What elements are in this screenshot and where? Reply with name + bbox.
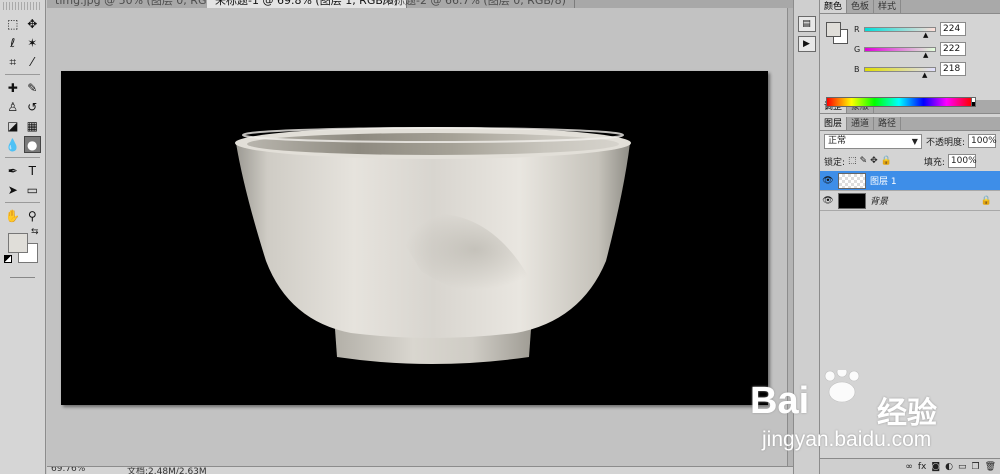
adjustment-layer-icon[interactable]: ◐ [945, 462, 953, 472]
lock-label: 锁定: [824, 157, 846, 168]
layer-mask-icon[interactable]: ◙ [931, 462, 940, 472]
type-icon[interactable]: T [24, 162, 41, 179]
layer-row[interactable]: 👁 背景 🔒 [820, 191, 1000, 211]
trash-icon[interactable]: 🗑 [985, 462, 996, 472]
lock-position-icon[interactable]: ✥ [870, 156, 878, 166]
link-layers-icon[interactable]: ∞ [905, 462, 913, 472]
panels-dock: 颜色 色板 样式 R ▲ 224 G ▲ 222 B ▲ 218 调整 蒙版 图… [820, 0, 1000, 474]
fill-label: 填充: [923, 157, 945, 168]
green-slider: G ▲ 222 [854, 42, 996, 60]
document-canvas[interactable] [61, 71, 768, 405]
toolbox: ⬚ ✥ ℓ ✶ ⌗ ⁄ ✚ ✎ ♙ ↺ ◪ ▦ 💧 ● ✒ T ➤ ▭ ✋ ⚲ ⇆ [0, 0, 46, 474]
color-spectrum-bar[interactable] [826, 97, 972, 107]
tab-swatches[interactable]: 色板 [847, 0, 875, 13]
eyedropper-icon[interactable]: ⁄ [24, 53, 41, 70]
blend-mode-select[interactable]: 正常 ▼ [824, 133, 922, 149]
blend-mode-value: 正常 [828, 135, 847, 146]
blue-value-input[interactable]: 218 [940, 62, 966, 76]
red-value-input[interactable]: 224 [940, 22, 966, 36]
toolbox-divider [5, 157, 40, 158]
healing-brush-icon[interactable]: ✚ [4, 79, 21, 96]
swap-colors-icon[interactable]: ⇆ [31, 227, 39, 237]
eye-icon[interactable]: 👁 [820, 176, 836, 186]
tab-styles[interactable]: 样式 [874, 0, 902, 13]
lasso-icon[interactable]: ℓ [4, 34, 21, 51]
toolbox-divider [5, 74, 40, 75]
layers-panel: 图层 通道 路径 正常 ▼ 不透明度: 100% 锁定: ⬚ ✎ ✥ 🔒 填充:… [820, 117, 1000, 474]
layer-thumbnail [838, 172, 866, 189]
panel-icon-dock: ▤ ▶ [793, 0, 820, 474]
gradient-icon[interactable]: ▦ [24, 117, 41, 134]
new-layer-icon[interactable]: ❐ [971, 462, 979, 472]
zoom-icon[interactable]: ⚲ [24, 207, 41, 224]
layers-footer: ∞ fx ◙ ◐ ▭ ❐ 🗑 [820, 458, 1000, 474]
document-info: 文档:2.48M/2.63M [127, 467, 207, 474]
layer-thumbnail [838, 192, 866, 209]
bowl-image [235, 127, 631, 364]
actions-panel-icon[interactable]: ▶ [797, 36, 816, 52]
lock-transparency-icon[interactable]: ⬚ [848, 156, 857, 166]
color-swatches: ⇆ [4, 227, 41, 269]
lock-options: ⬚ ✎ ✥ 🔒 [848, 156, 892, 166]
color-panel: R ▲ 224 G ▲ 222 B ▲ 218 [820, 14, 1000, 107]
blend-opacity-row: 正常 ▼ 不透明度: 100% [820, 131, 1000, 151]
tab-color[interactable]: 颜色 [820, 0, 848, 13]
tab-paths[interactable]: 路径 [874, 117, 902, 130]
status-bar: 69.76% 文档:2.48M/2.63M [47, 466, 793, 474]
layer-style-icon[interactable]: fx [918, 462, 927, 472]
red-label: R [854, 25, 860, 34]
document-tabs: timg.jpg @ 50% (图层 0, RGB/8#) 未标题-1 @ 69… [47, 0, 793, 8]
layers-panel-tabs: 图层 通道 路径 [820, 117, 1000, 131]
green-label: G [854, 45, 861, 54]
lock-fill-row: 锁定: ⬚ ✎ ✥ 🔒 填充: 100% [820, 151, 1000, 171]
green-thumb[interactable]: ▲ [923, 52, 928, 59]
color-panel-tabs: 颜色 色板 样式 [820, 0, 1000, 14]
zoom-level[interactable]: 69.76% [51, 467, 85, 474]
red-thumb[interactable]: ▲ [923, 32, 928, 39]
blue-label: B [854, 65, 860, 74]
new-group-icon[interactable]: ▭ [958, 462, 967, 472]
blue-slider: B ▲ 218 [854, 62, 996, 80]
lock-paint-icon[interactable]: ✎ [860, 156, 868, 166]
shape-icon[interactable]: ▭ [24, 181, 41, 198]
blur-icon[interactable]: 💧 [4, 136, 21, 153]
history-brush-icon[interactable]: ↺ [24, 98, 41, 115]
layer-name[interactable]: 背景 [870, 194, 888, 207]
magic-wand-icon[interactable]: ✶ [24, 34, 41, 51]
tab-channels[interactable]: 通道 [847, 117, 875, 130]
panel-foreground-swatch[interactable] [826, 22, 841, 37]
path-select-icon[interactable]: ➤ [4, 181, 21, 198]
move-icon[interactable]: ✥ [24, 15, 41, 32]
red-slider: R ▲ 224 [854, 22, 996, 40]
hand-icon[interactable]: ✋ [4, 207, 21, 224]
opacity-label: 不透明度: [925, 137, 965, 148]
marquee-icon[interactable]: ⬚ [4, 15, 21, 32]
workspace [47, 8, 787, 466]
clone-stamp-icon[interactable]: ♙ [4, 98, 21, 115]
history-panel-icon[interactable]: ▤ [797, 16, 816, 32]
layer-name[interactable]: 图层 1 [870, 174, 897, 187]
opacity-input[interactable]: 100% [968, 134, 997, 148]
chevron-down-icon: ▼ [911, 136, 918, 146]
brush-icon[interactable]: ✎ [24, 79, 41, 96]
default-colors-icon[interactable] [4, 255, 12, 263]
toolbox-divider [5, 202, 40, 203]
eraser-icon[interactable]: ◪ [4, 117, 21, 134]
eye-icon[interactable]: 👁 [820, 196, 836, 206]
pen-icon[interactable]: ✒ [4, 162, 21, 179]
tab-untitled-2[interactable]: 未标题-2 @ 66.7% (图层 0, RGB/8) [375, 0, 575, 8]
tab-layers[interactable]: 图层 [820, 117, 848, 130]
lock-all-icon[interactable]: 🔒 [881, 156, 892, 166]
fill-input[interactable]: 100% [947, 154, 977, 168]
green-value-input[interactable]: 222 [940, 42, 966, 56]
lock-icon: 🔒 [980, 195, 992, 206]
layer-row[interactable]: 👁 图层 1 [820, 171, 1000, 191]
dodge-icon[interactable]: ● [23, 136, 41, 153]
crop-icon[interactable]: ⌗ [4, 53, 21, 70]
toolbox-grip[interactable] [3, 2, 42, 10]
blue-thumb[interactable]: ▲ [922, 72, 927, 79]
quick-mask-button[interactable] [10, 277, 35, 278]
black-white-ramp[interactable] [972, 97, 976, 107]
foreground-color-swatch[interactable] [8, 233, 28, 253]
